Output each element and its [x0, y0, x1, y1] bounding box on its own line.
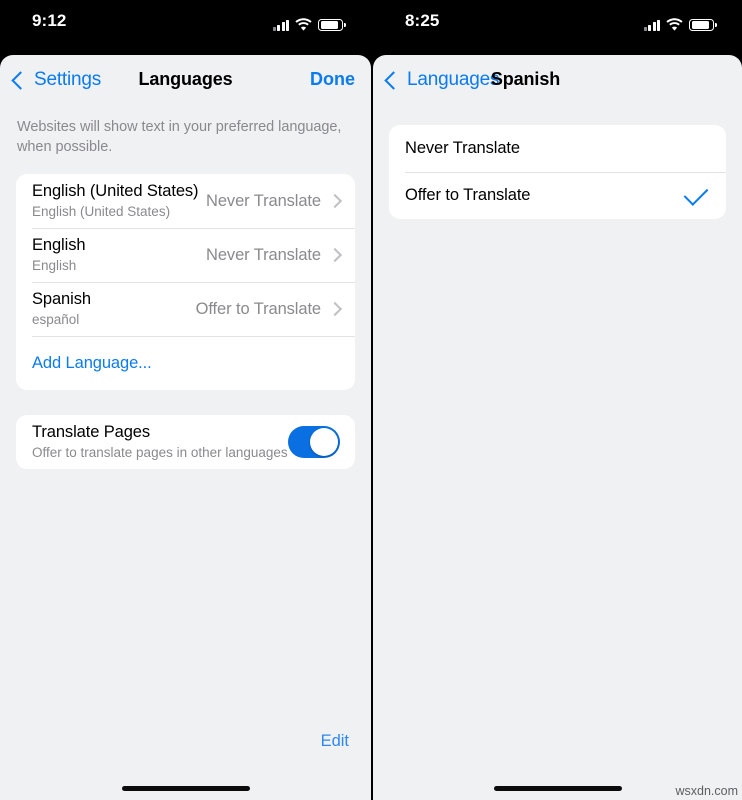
table-row[interactable]: English English Never Translate [16, 228, 355, 282]
option-never-translate[interactable]: Never Translate [389, 125, 726, 172]
status-bar: 9:12 [0, 0, 371, 55]
row-text-block: Never Translate [405, 131, 711, 166]
row-text-block: Translate Pages Offer to translate pages… [32, 415, 288, 469]
done-button[interactable]: Done [310, 69, 355, 90]
row-title: English [32, 236, 86, 254]
battery-icon [689, 18, 717, 31]
languages-card: English (United States) English (United … [16, 174, 355, 390]
row-text-block: English (United States) English (United … [32, 174, 206, 228]
status-bar-icons [643, 14, 717, 31]
chevron-right-icon [327, 193, 343, 209]
table-row[interactable]: Spanish español Offer to Translate [16, 282, 355, 336]
option-offer-to-translate[interactable]: Offer to Translate [389, 172, 726, 219]
add-language-label: Add Language... [32, 353, 152, 372]
option-label: Never Translate [405, 139, 520, 157]
cellular-signal-icon [272, 19, 289, 31]
watermark: wsxdn.com [675, 784, 738, 798]
chevron-right-icon [327, 247, 343, 263]
status-bar: 8:25 [373, 0, 742, 55]
home-indicator [493, 786, 622, 791]
row-subtitle: Offer to translate pages in other langua… [32, 445, 288, 460]
table-row[interactable]: English (United States) English (United … [16, 174, 355, 228]
toggle-knob [310, 428, 338, 456]
translate-pages-row[interactable]: Translate Pages Offer to translate pages… [16, 415, 355, 469]
row-text-block: Spanish español [32, 282, 196, 336]
spanish-sheet: Languages Spanish Never Translate Offer … [373, 55, 742, 800]
status-bar-time: 8:25 [405, 11, 440, 30]
wifi-icon [295, 18, 312, 31]
left-phone-screen: 9:12 Settings Languages Done Websites wi… [0, 0, 371, 800]
cellular-signal-icon [643, 19, 660, 31]
settings-sheet: Settings Languages Done Websites will sh… [0, 55, 371, 800]
chevron-right-icon [327, 301, 343, 317]
row-text-block: Offer to Translate [405, 178, 685, 213]
navigation-bar: Settings Languages Done [0, 55, 371, 108]
translate-pages-card: Translate Pages Offer to translate pages… [16, 415, 355, 469]
translate-options-card: Never Translate Offer to Translate [389, 125, 726, 219]
dual-phone-screenshot: 9:12 Settings Languages Done Websites wi… [0, 0, 742, 800]
page-title: Spanish [490, 69, 561, 89]
home-indicator [121, 786, 250, 791]
row-value: Never Translate [206, 191, 321, 210]
translate-pages-toggle[interactable] [288, 426, 340, 458]
status-bar-icons [272, 14, 346, 31]
section-description: Websites will show text in your preferre… [17, 119, 342, 155]
row-title: Spanish [32, 290, 91, 308]
battery-icon [318, 18, 346, 31]
wifi-icon [666, 18, 683, 31]
status-bar-time: 9:12 [32, 11, 67, 30]
row-title: English (United States) [32, 182, 199, 200]
row-subtitle: English [32, 258, 77, 273]
row-value: Never Translate [206, 245, 321, 264]
right-phone-screen: 8:25 Languages Spanish Never Translate O… [371, 0, 742, 800]
row-value: Offer to Translate [195, 299, 321, 318]
add-language-button[interactable]: Add Language... [16, 336, 355, 390]
edit-button[interactable]: Edit [321, 732, 349, 751]
row-subtitle: español [32, 312, 80, 327]
option-label: Offer to Translate [405, 186, 531, 204]
navigation-bar: Languages Spanish [373, 55, 742, 108]
row-text-block: English English [32, 228, 206, 282]
checkmark-icon [683, 181, 709, 206]
row-subtitle: English (United States) [32, 204, 171, 219]
row-title: Translate Pages [32, 423, 151, 441]
